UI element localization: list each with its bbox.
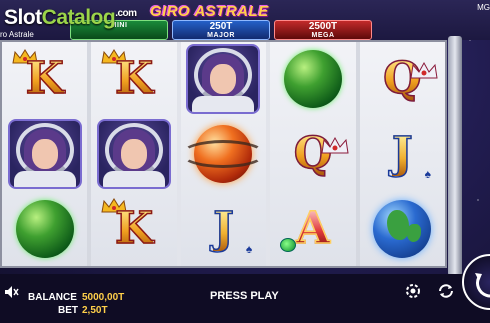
- jackpot-mega-label: MEGA: [311, 32, 335, 39]
- autoplay-icon[interactable]: [404, 282, 422, 300]
- reel-4: Q A: [270, 42, 356, 266]
- symbol-letter: K: [114, 202, 154, 254]
- green-planet-image: [15, 199, 74, 258]
- reels-grid: K K K J ♠ Q A Q J ♠: [2, 42, 445, 266]
- symbol-green-planet: [2, 191, 87, 266]
- spin-icon: [475, 273, 490, 298]
- watermark-logo: SlotCatalog.com: [4, 6, 137, 30]
- symbol-red-planet: [181, 117, 266, 192]
- symbol-j: J ♠: [360, 117, 445, 192]
- symbol-q: Q: [270, 117, 355, 192]
- symbol-earth-planet: [360, 191, 445, 266]
- jackpot-major: 250T MAJOR: [172, 20, 270, 40]
- watermark-suffix: .com: [115, 8, 137, 19]
- reel-2: K K: [91, 42, 177, 266]
- bet-label: BET: [58, 305, 78, 316]
- crown-icon: [410, 61, 438, 79]
- astronaut-girl-image: [7, 118, 82, 189]
- symbol-a: A: [270, 191, 355, 266]
- symbol-astronaut: [181, 42, 266, 117]
- balance-value: 5000,00T: [82, 292, 125, 303]
- symbol-letter: K: [114, 53, 154, 105]
- green-planet-image: [283, 50, 342, 109]
- turbo-icon[interactable]: [437, 282, 455, 300]
- reel-3: J ♠: [180, 42, 267, 266]
- watermark-part1: Slot: [4, 6, 42, 29]
- symbol-astronaut: [91, 117, 176, 192]
- symbol-letter: J: [391, 127, 413, 179]
- symbol-k: K: [91, 191, 176, 266]
- astronaut-girl-image: [97, 118, 172, 189]
- symbol-astronaut: [2, 117, 87, 192]
- jackpot-major-label: MAJOR: [207, 32, 235, 39]
- watermark-part2: Catalog: [41, 6, 116, 29]
- press-play-text: PRESS PLAY: [210, 290, 279, 302]
- balance-label: BALANCE: [28, 292, 77, 303]
- symbol-letter: K: [25, 53, 65, 105]
- crown-icon: [321, 136, 349, 154]
- reel-5: Q J ♠: [359, 42, 445, 266]
- symbol-letter: A: [295, 202, 331, 254]
- jackpot-mega: 2500T MEGA: [274, 20, 372, 40]
- asteroid-ring: [181, 139, 266, 168]
- reel-1: K: [2, 42, 88, 266]
- symbol-k: K: [2, 42, 87, 117]
- reels-side-rail: [448, 36, 462, 276]
- bet-value[interactable]: 2,50T: [82, 305, 108, 316]
- astronaut-girl-image: [186, 44, 261, 115]
- window-title: ro Astrale: [0, 30, 34, 39]
- symbol-green-planet: [270, 42, 355, 117]
- jackpot-mega-value: 2500T: [308, 21, 338, 32]
- symbol-j: J ♠: [181, 191, 266, 266]
- spade-icon: ♠: [424, 167, 431, 182]
- earth-planet-image: [373, 199, 432, 258]
- gem-icon: [280, 237, 297, 252]
- jackpot-major-value: 250T: [209, 21, 233, 32]
- symbol-q: Q: [360, 42, 445, 117]
- sound-icon[interactable]: [4, 285, 20, 299]
- corner-label: MG: [477, 3, 490, 12]
- spade-icon: ♠: [245, 241, 253, 256]
- game-logo: GIRO ASTRALE: [150, 3, 269, 20]
- symbol-letter: J: [212, 202, 234, 254]
- game-stage: SlotCatalog.com GIRO ASTRALE ro Astrale …: [0, 0, 490, 323]
- symbol-k: K: [91, 42, 176, 117]
